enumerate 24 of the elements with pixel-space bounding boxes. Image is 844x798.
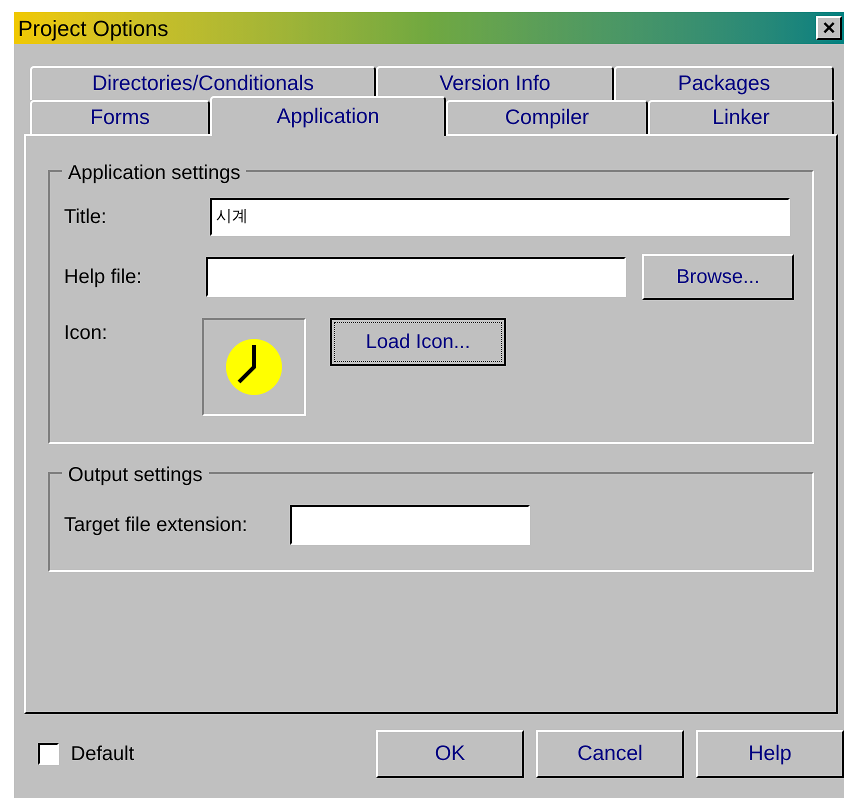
tab[interactable]: Compiler: [446, 100, 648, 134]
tab[interactable]: Directories/Conditionals: [30, 66, 376, 100]
tab[interactable]: Packages: [614, 66, 834, 100]
dialog-button[interactable]: Help: [696, 730, 844, 778]
dialog-button[interactable]: Cancel: [536, 730, 684, 778]
field-label: Help file:: [64, 265, 143, 290]
help-file-field[interactable]: [206, 257, 626, 297]
browse-button[interactable]: Browse...: [642, 254, 794, 300]
dialog-button[interactable]: OK: [376, 730, 524, 778]
tab[interactable]: Forms: [30, 100, 210, 134]
checkbox-label: Default: [70, 742, 136, 767]
tab[interactable]: Linker: [648, 100, 834, 134]
load-icon-button[interactable]: Load Icon...: [330, 318, 506, 366]
window-title: Project Options: [18, 14, 168, 43]
title-field[interactable]: 시계: [210, 198, 790, 236]
field-label: Target file extension:: [64, 513, 248, 538]
tab[interactable]: Application: [210, 96, 446, 136]
close-button[interactable]: ×: [816, 16, 842, 40]
default-checkbox[interactable]: [38, 743, 59, 765]
extension-field[interactable]: [290, 505, 530, 545]
clock-icon: [225, 338, 283, 396]
field-label: Icon:: [64, 321, 108, 346]
field-label: Title:: [64, 205, 108, 230]
tab[interactable]: Version Info: [376, 66, 614, 100]
